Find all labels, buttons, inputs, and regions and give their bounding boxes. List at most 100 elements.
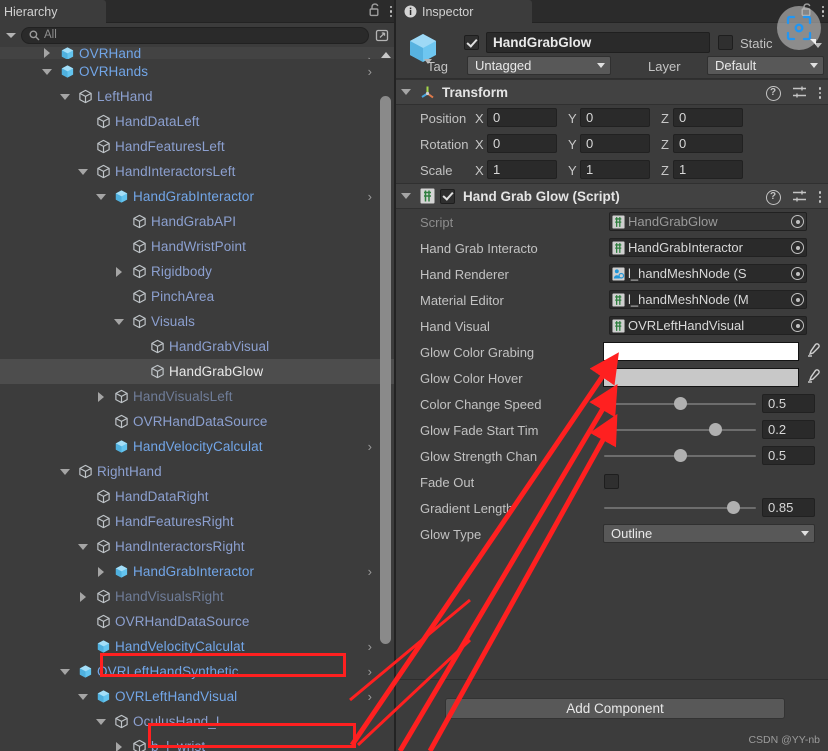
- layer-dropdown[interactable]: Default: [707, 56, 824, 75]
- chevron-right-icon[interactable]: ›: [368, 634, 372, 659]
- transform-scale-x-field[interactable]: 1: [487, 160, 557, 179]
- static-checkbox[interactable]: [718, 35, 733, 50]
- preset-sliders-icon[interactable]: [792, 189, 808, 206]
- foldout-triangle-icon[interactable]: [76, 684, 89, 709]
- foldout-triangle-icon[interactable]: [112, 734, 125, 751]
- chevron-right-icon[interactable]: ›: [368, 684, 372, 709]
- object-picker-icon[interactable]: [791, 215, 804, 228]
- foldout-triangle-icon[interactable]: [94, 384, 107, 409]
- hierarchy-row[interactable]: HandFeaturesRight: [0, 509, 396, 534]
- hand-grab-glow-component-header[interactable]: Hand Grab Glow (Script) ?: [396, 183, 828, 209]
- hierarchy-row[interactable]: LeftHand: [0, 84, 396, 109]
- transform-position-x-field[interactable]: 0: [487, 108, 557, 127]
- transform-component-header[interactable]: Transform ?: [396, 79, 828, 105]
- foldout-triangle-icon[interactable]: [76, 534, 89, 559]
- object-picker-icon[interactable]: [791, 319, 804, 332]
- hierarchy-row[interactable]: OVRHandDataSource: [0, 609, 396, 634]
- transform-scale-z-field[interactable]: 1: [673, 160, 743, 179]
- scrollbar-thumb[interactable]: [380, 96, 391, 644]
- chevron-right-icon[interactable]: ›: [368, 47, 372, 59]
- foldout-triangle-icon[interactable]: [94, 184, 107, 209]
- hierarchy-row[interactable]: RightHand: [0, 459, 396, 484]
- object-picker-icon[interactable]: [791, 241, 804, 254]
- hierarchy-row[interactable]: HandVisualsLeft: [0, 384, 396, 409]
- transform-rotation-y-field[interactable]: 0: [580, 134, 650, 153]
- foldout-triangle-icon[interactable]: [58, 459, 71, 484]
- tag-dropdown[interactable]: Untagged: [467, 56, 611, 75]
- chevron-right-icon[interactable]: ›: [368, 434, 372, 459]
- object-field-script[interactable]: HandGrabGlow: [609, 212, 807, 231]
- checkbox-fade-out[interactable]: [604, 474, 619, 489]
- hierarchy-row[interactable]: HandGrabInteractor ›: [0, 559, 396, 584]
- transform-rotation-x-field[interactable]: 0: [487, 134, 557, 153]
- hierarchy-row[interactable]: HandInteractorsRight: [0, 534, 396, 559]
- hierarchy-row[interactable]: HandInteractorsLeft: [0, 159, 396, 184]
- hierarchy-row[interactable]: Visuals: [0, 309, 396, 334]
- chevron-right-icon[interactable]: ›: [368, 184, 372, 209]
- foldout-triangle-icon[interactable]: [396, 193, 416, 199]
- tab-hierarchy[interactable]: Hierarchy: [0, 0, 106, 23]
- hierarchy-row[interactable]: PinchArea: [0, 284, 396, 309]
- hierarchy-tree[interactable]: OVRHand › OVRHands › LeftHand HandDataLeft Han…: [0, 47, 396, 751]
- add-component-button[interactable]: Add Component: [445, 698, 785, 719]
- transform-position-z-field[interactable]: 0: [673, 108, 743, 127]
- hierarchy-row[interactable]: HandDataRight: [0, 484, 396, 509]
- help-icon[interactable]: ?: [765, 85, 781, 101]
- object-name-field[interactable]: HandGrabGlow: [486, 32, 710, 53]
- hierarchy-row[interactable]: HandVelocityCalculat ›: [0, 434, 396, 459]
- object-field-hand-renderer[interactable]: l_handMeshNode (S: [609, 264, 807, 283]
- slider-track-glow-fade-start-tim[interactable]: [604, 429, 756, 431]
- preset-sliders-icon[interactable]: [792, 85, 808, 102]
- object-picker-icon[interactable]: [791, 267, 804, 280]
- search-input[interactable]: All: [21, 26, 369, 44]
- color-field-glow-color-grabing[interactable]: [603, 342, 799, 361]
- open-in-new-icon[interactable]: [373, 26, 392, 44]
- kebab-menu-icon[interactable]: [389, 5, 392, 18]
- object-field-hand-grab-interacto[interactable]: HandGrabInteractor: [609, 238, 807, 257]
- chevron-right-icon[interactable]: ›: [368, 59, 372, 84]
- tab-inspector[interactable]: Inspector: [396, 0, 532, 23]
- focus-target-icon[interactable]: [777, 6, 821, 50]
- transform-scale-y-field[interactable]: 1: [580, 160, 650, 179]
- component-enabled-checkbox[interactable]: [440, 188, 455, 204]
- foldout-triangle-icon[interactable]: [76, 159, 89, 184]
- foldout-triangle-icon[interactable]: [58, 84, 71, 109]
- chevron-right-icon[interactable]: ›: [368, 559, 372, 584]
- transform-rotation-z-field[interactable]: 0: [673, 134, 743, 153]
- foldout-triangle-icon[interactable]: [40, 47, 53, 59]
- dropdown-glow-type[interactable]: Outline: [603, 524, 815, 543]
- hierarchy-row[interactable]: OVRHands ›: [0, 59, 396, 84]
- slider-value-glow-fade-start-tim[interactable]: 0.2: [762, 420, 815, 439]
- slider-value-gradient-length[interactable]: 0.85: [762, 498, 815, 517]
- hierarchy-row[interactable]: HandGrabAPI: [0, 209, 396, 234]
- foldout-triangle-icon[interactable]: [76, 584, 89, 609]
- eyedropper-icon[interactable]: [805, 369, 820, 387]
- color-field-glow-color-hover[interactable]: [603, 368, 799, 387]
- hierarchy-row[interactable]: Rigidbody: [0, 259, 396, 284]
- foldout-triangle-icon[interactable]: [112, 259, 125, 284]
- foldout-triangle-icon[interactable]: [94, 559, 107, 584]
- hierarchy-row[interactable]: HandDataLeft: [0, 109, 396, 134]
- hierarchy-row[interactable]: HandVisualsRight: [0, 584, 396, 609]
- kebab-menu-icon[interactable]: [818, 87, 821, 99]
- kebab-menu-icon[interactable]: [821, 5, 824, 18]
- hierarchy-row[interactable]: HandFeaturesLeft: [0, 134, 396, 159]
- hierarchy-scrollbar[interactable]: [380, 52, 391, 742]
- hierarchy-row[interactable]: HandGrabGlow: [0, 359, 396, 384]
- slider-value-color-change-speed[interactable]: 0.5: [762, 394, 815, 413]
- object-enabled-checkbox[interactable]: [464, 35, 479, 50]
- hierarchy-row[interactable]: OVRLeftHandVisual ›: [0, 684, 396, 709]
- foldout-triangle-icon[interactable]: [58, 659, 71, 684]
- kebab-menu-icon[interactable]: [818, 191, 821, 203]
- slider-knob-glow-fade-start-tim[interactable]: [708, 423, 722, 436]
- slider-knob-color-change-speed[interactable]: [674, 397, 687, 410]
- eyedropper-icon[interactable]: [805, 343, 820, 361]
- transform-position-y-field[interactable]: 0: [580, 108, 650, 127]
- foldout-triangle-icon[interactable]: [112, 309, 125, 334]
- hierarchy-row[interactable]: OVRHand ›: [0, 47, 396, 59]
- object-field-material-editor[interactable]: l_handMeshNode (M: [609, 290, 807, 309]
- foldout-triangle-icon[interactable]: [40, 59, 53, 84]
- hierarchy-row[interactable]: OVRHandDataSource: [0, 409, 396, 434]
- help-icon[interactable]: ?: [765, 189, 781, 205]
- slider-knob-gradient-length[interactable]: [727, 501, 741, 514]
